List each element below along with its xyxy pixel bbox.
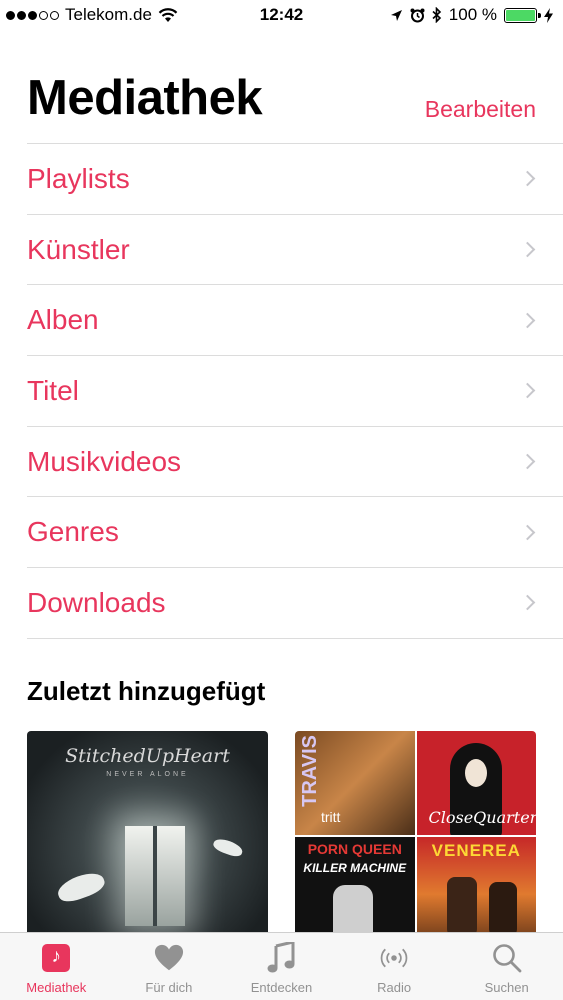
- menu-item-playlists[interactable]: Playlists: [27, 144, 563, 215]
- library-menu: Playlists Künstler Alben Titel Musikvide…: [27, 143, 563, 639]
- music-note-icon: [266, 942, 296, 974]
- menu-item-music-videos[interactable]: Musikvideos: [27, 427, 563, 498]
- tab-for-you[interactable]: Für dich: [113, 933, 226, 1000]
- status-bar: Telekom.de 12:42 100 %: [0, 0, 563, 30]
- album-art-dove: [54, 868, 108, 906]
- chevron-right-icon: [519, 453, 536, 470]
- page-title: Mediathek: [27, 71, 263, 125]
- menu-item-label: Playlists: [27, 162, 130, 194]
- album-collection-grid[interactable]: TRAVIS tritt CloseQuarters PORN QUEEN KI…: [295, 731, 536, 941]
- album-cover-subtext: NEVER ALONE: [106, 771, 189, 778]
- header: Mediathek Bearbeiten: [27, 70, 536, 130]
- tab-label: Suchen: [484, 980, 529, 995]
- album-art-face: [464, 759, 487, 787]
- alarm-icon: [410, 8, 425, 22]
- album-art-figure: [446, 877, 477, 937]
- album-cover-stitched-up-heart[interactable]: StitchedUpHeart NEVER ALONE: [27, 731, 268, 941]
- tab-library[interactable]: Mediathek: [0, 933, 113, 1000]
- menu-item-artists[interactable]: Künstler: [27, 215, 563, 286]
- album-art-fist: [333, 885, 373, 937]
- heart-icon: [154, 942, 184, 974]
- menu-item-songs[interactable]: Titel: [27, 356, 563, 427]
- location-arrow-icon: [390, 9, 402, 21]
- menu-item-label: Downloads: [27, 586, 166, 618]
- menu-item-label: Künstler: [27, 233, 130, 265]
- album-cover-text: StitchedUpHeart: [65, 745, 230, 767]
- menu-item-albums[interactable]: Alben: [27, 285, 563, 357]
- menu-item-label: Titel: [27, 374, 79, 406]
- chevron-right-icon: [519, 241, 536, 258]
- menu-item-label: Alben: [27, 304, 99, 336]
- tab-browse[interactable]: Entdecken: [225, 933, 338, 1000]
- battery-percent: 100 %: [448, 5, 497, 24]
- search-icon: [492, 942, 522, 974]
- menu-item-label: Musikvideos: [27, 445, 182, 477]
- chevron-right-icon: [519, 312, 536, 328]
- charging-bolt-icon: [544, 7, 553, 23]
- battery-icon: [504, 7, 541, 23]
- chevron-right-icon: [519, 171, 536, 187]
- tab-search[interactable]: Suchen: [450, 933, 563, 1000]
- status-right: 100 %: [390, 5, 553, 25]
- album-cover-text: PORN QUEEN: [307, 841, 402, 857]
- album-cover-venerea[interactable]: VENEREA: [416, 837, 536, 941]
- tab-radio[interactable]: Radio: [338, 933, 451, 1000]
- album-cover-text: CloseQuarters: [428, 808, 537, 827]
- chevron-right-icon: [519, 524, 536, 541]
- menu-item-genres[interactable]: Genres: [27, 497, 563, 569]
- album-cover-subtext: tritt: [321, 809, 341, 825]
- carrier-name: Telekom.de: [65, 5, 152, 24]
- album-art-dove: [211, 836, 245, 859]
- menu-item-label: Genres: [27, 516, 119, 548]
- status-left: Telekom.de: [6, 5, 178, 25]
- album-cover-subtext: KILLER MACHINE: [303, 861, 407, 875]
- album-art-figure: [488, 882, 517, 937]
- recently-added-title: Zuletzt hinzugefügt: [27, 676, 266, 706]
- tab-label: Radio: [377, 980, 412, 995]
- edit-button[interactable]: Bearbeiten: [425, 96, 536, 123]
- radio-icon: [379, 942, 409, 974]
- tab-label: Entdecken: [250, 980, 313, 995]
- album-cover-porn-queen[interactable]: PORN QUEEN KILLER MACHINE: [295, 837, 415, 941]
- album-cover-close-quarters[interactable]: CloseQuarters: [416, 731, 537, 835]
- signal-strength-icon: [6, 10, 59, 20]
- album-cover-travis[interactable]: TRAVIS tritt: [295, 731, 415, 835]
- chevron-right-icon: [519, 383, 536, 399]
- bluetooth-icon: [432, 7, 441, 23]
- album-art-window: [125, 826, 185, 926]
- menu-item-downloads[interactable]: Downloads: [27, 568, 563, 639]
- tab-label: Mediathek: [26, 980, 87, 995]
- tab-bar: Mediathek Für dich Entdecken: [0, 932, 563, 1000]
- album-cover-text: TRAVIS: [299, 735, 321, 807]
- album-cover-text: VENEREA: [431, 841, 521, 860]
- wifi-icon: [158, 7, 178, 22]
- tab-label: Für dich: [145, 980, 193, 995]
- library-icon: [41, 942, 71, 974]
- battery-fill: [506, 9, 535, 21]
- chevron-right-icon: [519, 595, 536, 611]
